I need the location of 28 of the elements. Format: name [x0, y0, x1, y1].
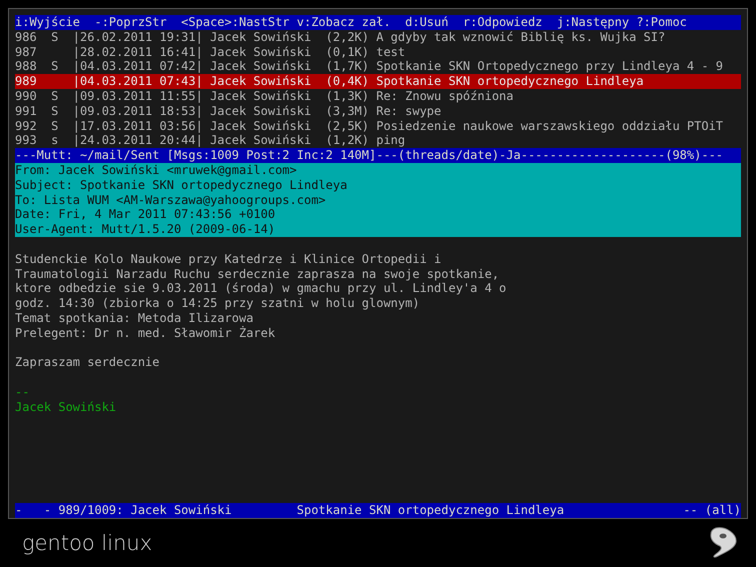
brand-text: gentoo linux: [22, 531, 152, 555]
body-line: ktore odbedzie sie 9.03.2011 (środa) w gmachu przy ul. Lindley'a 4 o: [15, 281, 506, 296]
status-bar: ---Mutt: ~/mail/Sent [Msgs:1009 Post:2 Inc:2 140M]---(threads/date)-Ja--------------------(98%)---: [15, 148, 741, 163]
header-line: Subject: Spotkanie SKN ortopedycznego Lindleya: [15, 178, 348, 192]
header-line: User-Agent: Mutt/1.5.20 (2009-06-14): [15, 222, 276, 236]
body-line: Studenckie Kolo Naukowe przy Katedrze i Klinice Ortopedii i: [15, 252, 442, 266]
body-line: godz. 14:30 (zbiorka o 14:25 przy szatni w holu glownym): [15, 296, 420, 310]
message-row[interactable]: 986 S |26.02.2011 19:31| Jacek Sowiński (2,2K) A gdyby tak wznowić Biblię ks. Wujka SI?: [15, 30, 741, 45]
signature-line: --: [15, 384, 30, 399]
body-line: Zapraszam serdecznie: [15, 355, 160, 370]
header-line: Date: Fri, 4 Mar 2011 07:43:56 +0100: [15, 207, 276, 222]
header-line: From: Jacek Sowiński <mruwek@gmail.com>: [15, 162, 297, 177]
message-row[interactable]: 992 S |17.03.2011 03:56| Jacek Sowiński (2,5K) Posiedzenie naukowe warszawskiego oddziału PTOiT: [15, 118, 741, 134]
header-line: To: Lista WUM <AM-Warszawa@yahoogroups.com>: [15, 192, 326, 207]
message-row[interactable]: 988 S |04.03.2011 07:42| Jacek Sowiński (1,7K) Spotkanie SKN Ortopedycznego przy Lindleya 4 - 9: [15, 59, 741, 74]
logo-icon: [708, 526, 738, 560]
signature-line: Jacek Sowiński: [15, 400, 116, 414]
message-row[interactable]: 993 s |24.03.2011 20:44| Jacek Sowiński (1,2K) ping: [15, 133, 741, 148]
body-line: Traumatologii Narzadu Ruchu serdecznie zaprasza na swoje spotkanie,: [15, 266, 500, 281]
pager-info: - - 989/1009: Jacek Sowiński Spotkanie SKN ortopedycznego Lindleya: [15, 503, 564, 518]
message-row[interactable]: 991 S |09.03.2011 18:53| Jacek Sowiński (3,3M) Re: swype: [15, 104, 741, 119]
pager-position: -- (all): [683, 503, 741, 518]
message-row[interactable]: 987 |28.02.2011 16:41| Jacek Sowiński (0,1K) test: [15, 44, 741, 60]
body-line: Prelegent: Dr n. med. Sławomir Żarek: [15, 326, 276, 340]
message-row[interactable]: 989 |04.03.2011 07:43| Jacek Sowiński (0,4K) Spotkanie SKN ortopedycznego Lindleya: [15, 74, 741, 89]
help-bar: i:Wyjście -:PoprzStr <Space>:NastStr v:Zobacz zał. d:Usuń r:Odpowiedz j:Następny ?:Pomoc: [15, 15, 741, 30]
message-row[interactable]: 990 S |09.03.2011 11:55| Jacek Sowiński (1,3K) Re: Znowu spóźniona: [15, 88, 741, 104]
body-line: Temat spotkania: Metoda Ilizarowa: [15, 310, 254, 325]
